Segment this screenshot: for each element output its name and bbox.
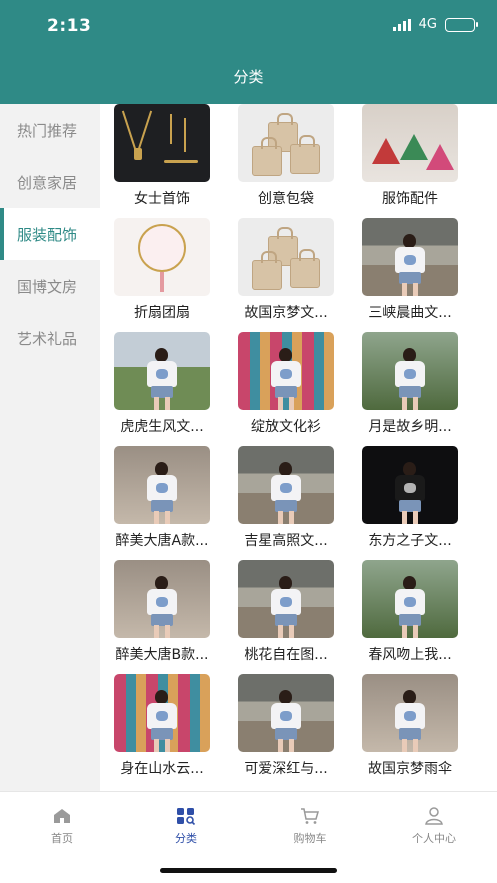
product-image [114,560,210,638]
product-card[interactable]: 服饰配件 [348,104,472,218]
product-name: 绽放文化衫 [251,419,321,435]
product-card[interactable]: 醉美大唐A款... [100,446,224,560]
product-name: 服饰配件 [382,191,438,207]
tab-category[interactable]: 分类 [124,806,248,846]
product-name: 月是故乡明... [368,419,452,435]
user-icon [424,806,444,826]
product-image [362,674,458,752]
product-card[interactable]: 三峡晨曲文... [348,218,472,332]
product-name: 可爱深红与... [244,761,328,777]
battery-icon [445,17,478,32]
tab-label: 购物车 [293,832,327,845]
status-indicators: 4G [392,17,478,32]
product-image [114,446,210,524]
product-image [362,446,458,524]
product-name: 三峡晨曲文... [368,305,452,321]
page-title: 分类 [233,68,264,86]
status-time: 2:13 [47,16,92,36]
product-card[interactable]: 虎虎生风文... [100,332,224,446]
product-name: 故国京梦雨伞 [368,761,452,777]
sidebar-item-hot[interactable]: 热门推荐 [0,104,100,156]
product-image [114,104,210,182]
product-name: 桃花自在图... [244,647,328,663]
product-name: 故国京梦文... [244,305,328,321]
product-name: 吉星高照文... [244,533,328,549]
product-image [238,218,334,296]
product-card[interactable]: 身在山水云... [100,674,224,788]
product-image [114,218,210,296]
sidebar-item-art-gifts[interactable]: 艺术礼品 [0,312,100,364]
tab-profile[interactable]: 个人中心 [372,806,496,846]
category-icon [176,806,196,826]
product-name: 醉美大唐A款... [115,533,209,549]
product-image [238,560,334,638]
product-name: 醉美大唐B款... [115,647,209,663]
product-image [238,446,334,524]
product-card[interactable]: 折扇团扇 [100,218,224,332]
tab-cart[interactable]: 购物车 [248,806,372,846]
tab-label: 分类 [175,832,197,845]
product-grid: 女士首饰 创意包袋 服饰配件折扇团扇 故国京梦文... 三峡晨曲文... 虎虎生风文...… [100,104,497,788]
product-name: 东方之子文... [368,533,452,549]
product-image [362,218,458,296]
home-icon [52,806,72,826]
product-image [114,332,210,410]
product-card[interactable]: 创意包袋 [224,104,348,218]
home-indicator [160,868,337,873]
product-image [238,332,334,410]
product-name: 创意包袋 [258,191,314,207]
product-card[interactable]: 可爱深红与... [224,674,348,788]
sidebar-item-label: 服装配饰 [17,225,78,244]
signal-icon [392,18,411,31]
network-type: 4G [418,17,437,32]
product-card[interactable]: 女士首饰 [100,104,224,218]
product-image [114,674,210,752]
product-card[interactable]: 东方之子文... [348,446,472,560]
tab-label: 个人中心 [412,832,456,845]
sidebar-item-label: 艺术礼品 [17,329,78,348]
product-card[interactable]: 故国京梦文... [224,218,348,332]
product-name: 虎虎生风文... [120,419,204,435]
product-name: 春风吻上我... [368,647,452,663]
tab-label: 首页 [51,832,73,845]
bottom-tab-bar: 首页 分类 购物车 个人中心 [0,791,497,883]
product-card[interactable]: 醉美大唐B款... [100,560,224,674]
sidebar-item-stationery[interactable]: 国博文房 [0,260,100,312]
product-image [238,674,334,752]
sidebar-item-label: 热门推荐 [17,121,78,140]
product-card[interactable]: 绽放文化衫 [224,332,348,446]
product-image [362,332,458,410]
sidebar-item-home-decor[interactable]: 创意家居 [0,156,100,208]
product-card[interactable]: 吉星高照文... [224,446,348,560]
product-grid-area: 女士首饰 创意包袋 服饰配件折扇团扇 故国京梦文... 三峡晨曲文... 虎虎生风文...… [100,104,497,791]
product-card[interactable]: 桃花自在图... [224,560,348,674]
sidebar-item-apparel[interactable]: 服装配饰 [0,208,100,260]
product-card[interactable]: 故国京梦雨伞 [348,674,472,788]
tab-home[interactable]: 首页 [0,806,124,846]
cart-icon [300,806,320,826]
product-image [238,104,334,182]
product-image [362,104,458,182]
product-image [362,560,458,638]
category-sidebar: 热门推荐 创意家居 服装配饰 国博文房 艺术礼品 [0,104,100,791]
app-header: 2:13 4G 分类 [0,0,497,104]
product-name: 身在山水云... [120,761,204,777]
sidebar-item-label: 创意家居 [17,173,78,192]
product-card[interactable]: 春风吻上我... [348,560,472,674]
sidebar-item-label: 国博文房 [17,277,78,296]
product-card[interactable]: 月是故乡明... [348,332,472,446]
product-name: 折扇团扇 [134,305,190,321]
product-name: 女士首饰 [134,191,190,207]
